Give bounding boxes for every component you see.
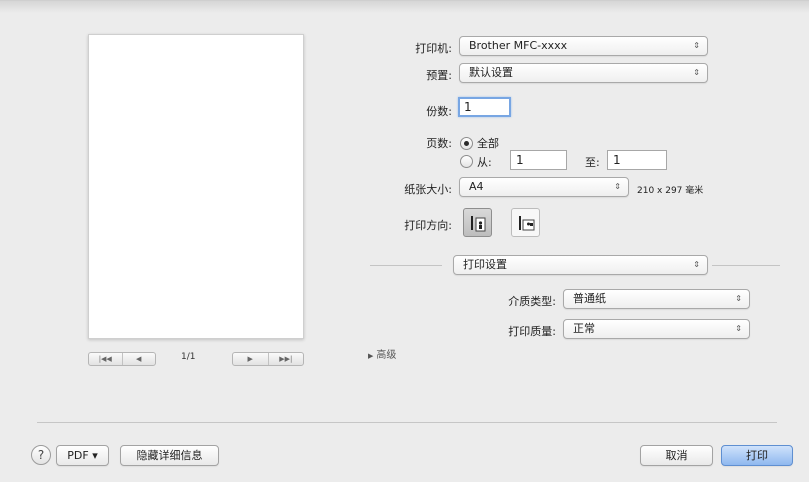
- preview-nav-back-group: |◀◀ ◀: [88, 352, 156, 366]
- section-popup[interactable]: 打印设置 ⇕: [453, 255, 708, 275]
- popup-arrows-icon: ⇕: [614, 182, 621, 191]
- copies-label: 份数:: [426, 105, 452, 118]
- previous-page-icon: ◀: [136, 355, 142, 363]
- paper-size-value: A4: [469, 180, 484, 193]
- pages-to-input[interactable]: 1: [607, 150, 667, 170]
- footer-divider: [37, 422, 777, 423]
- advanced-disclosure[interactable]: ▶ 高级: [368, 346, 396, 361]
- last-page-icon: ▶▶|: [279, 355, 293, 363]
- paper-size-label: 纸张大小:: [404, 183, 452, 196]
- next-page-button[interactable]: ▶: [233, 353, 268, 365]
- hide-details-button[interactable]: 隐藏详细信息: [120, 445, 219, 466]
- print-button[interactable]: 打印: [721, 445, 793, 466]
- pages-label: 页数:: [426, 137, 452, 150]
- printer-value: Brother MFC-xxxx: [469, 39, 568, 52]
- presets-value: 默认设置: [469, 66, 513, 79]
- last-page-button[interactable]: ▶▶|: [267, 353, 304, 365]
- pages-from-input[interactable]: 1: [510, 150, 567, 170]
- print-preview-page: [88, 34, 304, 339]
- printer-popup[interactable]: Brother MFC-xxxx ⇕: [459, 36, 708, 56]
- pages-from-label: 从:: [477, 156, 492, 169]
- popup-arrows-icon: ⇕: [693, 41, 700, 50]
- pages-range-radio[interactable]: [460, 155, 473, 168]
- presets-label: 预置:: [426, 69, 452, 82]
- print-quality-value: 正常: [573, 322, 595, 335]
- disclosure-triangle-icon: ▶: [368, 352, 374, 360]
- preview-page-count: 1/1: [181, 352, 196, 362]
- presets-popup[interactable]: 默认设置 ⇕: [459, 63, 708, 83]
- help-button[interactable]: ?: [31, 445, 51, 465]
- media-type-popup[interactable]: 普通纸 ⇕: [563, 289, 750, 309]
- title-shade: [0, 1, 809, 13]
- previous-page-button[interactable]: ◀: [121, 353, 156, 365]
- pages-all-radio[interactable]: [460, 137, 473, 150]
- media-type-value: 普通纸: [573, 292, 606, 305]
- popup-arrows-icon: ⇕: [693, 260, 700, 269]
- pages-to-label: 至:: [585, 156, 600, 169]
- landscape-orientation-icon: [518, 215, 534, 230]
- section-value: 打印设置: [463, 258, 507, 271]
- orientation-label: 打印方向:: [404, 219, 452, 232]
- print-quality-label: 打印质量:: [508, 325, 556, 338]
- print-quality-popup[interactable]: 正常 ⇕: [563, 319, 750, 339]
- popup-arrows-icon: ⇕: [735, 294, 742, 303]
- copies-input[interactable]: 1: [458, 97, 511, 117]
- cancel-button[interactable]: 取消: [640, 445, 713, 466]
- orientation-portrait-button[interactable]: [463, 208, 492, 237]
- printer-label: 打印机:: [415, 42, 452, 55]
- orientation-landscape-button[interactable]: [511, 208, 540, 237]
- popup-arrows-icon: ⇕: [693, 68, 700, 77]
- pdf-menu-button[interactable]: PDF ▾: [56, 445, 109, 466]
- print-dialog: |◀◀ ◀ 1/1 ▶ ▶▶| 打印机: Brother MFC-xxxx ⇕ …: [0, 0, 809, 482]
- popup-arrows-icon: ⇕: [735, 324, 742, 333]
- pages-all-label: 全部: [477, 137, 499, 150]
- section-divider-right: [712, 265, 780, 266]
- first-page-button[interactable]: |◀◀: [89, 353, 122, 365]
- advanced-label: 高级: [376, 350, 397, 361]
- portrait-orientation-icon: [470, 215, 485, 231]
- section-divider-left: [370, 265, 442, 266]
- preview-nav-forward-group: ▶ ▶▶|: [232, 352, 304, 366]
- first-page-icon: |◀◀: [98, 355, 112, 363]
- paper-dimensions: 210 x 297 毫米: [637, 186, 704, 196]
- paper-size-popup[interactable]: A4 ⇕: [459, 177, 629, 197]
- media-type-label: 介质类型:: [508, 295, 556, 308]
- next-page-icon: ▶: [247, 355, 253, 363]
